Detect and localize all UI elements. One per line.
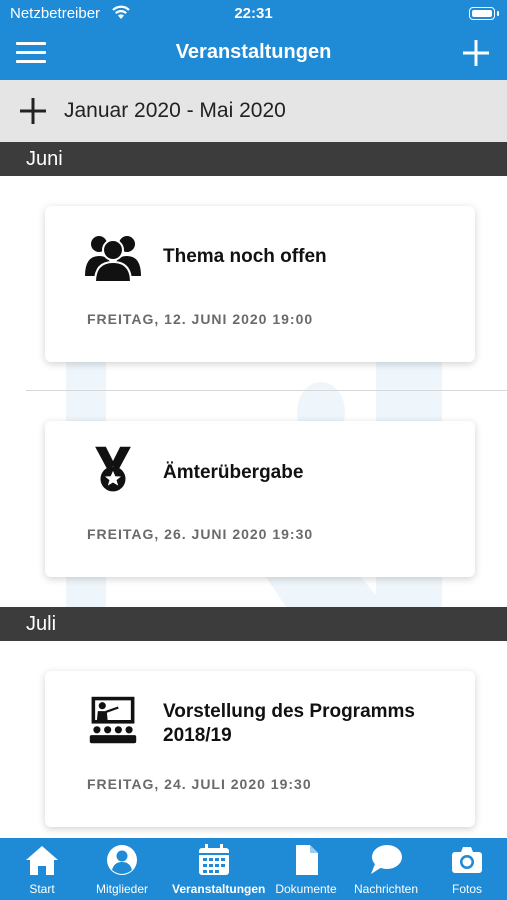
- tab-label: Mitglieder: [95, 882, 149, 896]
- home-icon: [26, 846, 58, 875]
- battery-icon: [469, 7, 499, 20]
- camera-icon: [452, 847, 482, 873]
- tab-label: Nachrichten: [353, 882, 419, 896]
- user-icon: [107, 845, 137, 875]
- group-icon: [85, 236, 141, 282]
- event-date: FREITAG, 12. JUNI 2020 19:00: [87, 311, 314, 327]
- divider: [26, 390, 507, 391]
- tab-nachrichten[interactable]: Nachrichten: [344, 838, 428, 900]
- tab-veranstaltungen[interactable]: Veranstaltungen: [172, 838, 266, 900]
- event-title: Ämterübergabe: [163, 462, 304, 483]
- tab-bar: Start Mitglieder Veranstaltungen Dokumen…: [0, 838, 507, 900]
- section-header-july: Juli: [0, 607, 507, 641]
- event-card[interactable]: Vorstellung des Programms 2018/19 FREITA…: [45, 671, 475, 827]
- event-title: Thema noch offen: [163, 246, 327, 267]
- date-range-toggle[interactable]: Januar 2020 - Mai 2020: [0, 80, 507, 142]
- medal-icon: [95, 446, 131, 492]
- event-title-line2: 2018/19: [163, 725, 232, 746]
- tab-fotos[interactable]: Fotos: [425, 838, 507, 900]
- event-date: FREITAG, 24. JULI 2020 19:30: [87, 776, 312, 792]
- status-bar: Netzbetreiber 22:31: [0, 0, 507, 28]
- event-title: Vorstellung des Programms 2018/19: [163, 700, 455, 748]
- add-event-icon[interactable]: [463, 40, 489, 66]
- tab-mitglieder[interactable]: Mitglieder: [80, 838, 164, 900]
- section-header-june: Juni: [0, 142, 507, 176]
- event-date: FREITAG, 26. JUNI 2020 19:30: [87, 526, 314, 542]
- nav-bar: Veranstaltungen: [0, 28, 507, 80]
- event-card[interactable]: Thema noch offen FREITAG, 12. JUNI 2020 …: [45, 206, 475, 362]
- clock: 22:31: [234, 5, 273, 22]
- event-card[interactable]: Ämterübergabe FREITAG, 26. JUNI 2020 19:…: [45, 421, 475, 577]
- tab-dokumente[interactable]: Dokumente: [264, 838, 348, 900]
- presentation-icon: [89, 696, 137, 744]
- event-title-line1: Vorstellung des Programms: [163, 701, 415, 722]
- calendar-icon: [199, 844, 229, 875]
- tab-start[interactable]: Start: [0, 838, 84, 900]
- tab-label: Veranstaltungen: [172, 882, 266, 896]
- tab-label: Dokumente: [275, 882, 337, 896]
- expand-icon[interactable]: [20, 98, 46, 124]
- tab-label: Start: [29, 882, 55, 896]
- document-icon: [296, 845, 318, 875]
- page-title: Veranstaltungen: [175, 41, 332, 63]
- date-range-label: Januar 2020 - Mai 2020: [64, 99, 286, 122]
- chat-icon: [371, 845, 402, 874]
- tab-label: Fotos: [451, 882, 482, 896]
